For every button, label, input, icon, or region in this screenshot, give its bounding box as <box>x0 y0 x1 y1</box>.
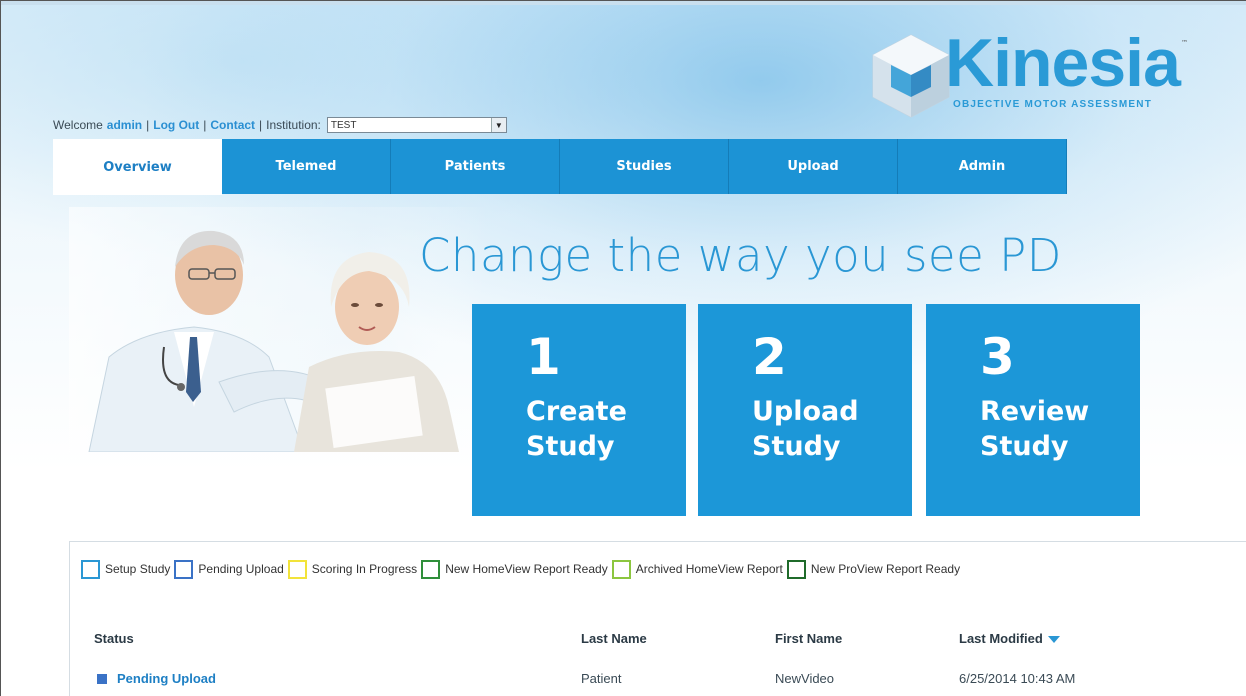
column-header-last-name[interactable]: Last Name <box>581 631 647 646</box>
legend-label: New ProView Report Ready <box>810 562 961 576</box>
step-upload-study[interactable]: 2 Upload Study <box>698 304 912 516</box>
first-name-cell: NewVideo <box>775 671 835 686</box>
column-header-first-name[interactable]: First Name <box>775 631 842 646</box>
column-header-label: Last Modified <box>959 631 1043 646</box>
legend-item: Setup Study <box>81 559 171 579</box>
legend-item: Archived HomeView Report <box>611 559 783 579</box>
user-bar: Welcome admin | Log Out | Contact | Inst… <box>53 116 507 134</box>
institution-value: TEST <box>330 119 357 131</box>
last-modified-cell: 6/25/2014 10:43 AM <box>959 671 1076 686</box>
step-label: Review Study <box>980 396 1090 462</box>
column-header-last-modified[interactable]: Last Modified <box>959 631 1060 646</box>
status-color-icon <box>97 673 107 684</box>
welcome-text: Welcome <box>53 118 103 132</box>
status-cell[interactable]: Pending Upload <box>97 671 216 686</box>
logo-wordmark: Kinesia <box>945 25 1181 101</box>
tab-patients[interactable]: Patients <box>391 139 560 194</box>
legend-label: Archived HomeView Report <box>635 562 783 576</box>
step-number: 3 <box>980 328 1015 386</box>
institution-select[interactable]: TEST ▼ <box>326 117 507 133</box>
status-legend: Setup Study Pending Upload Scoring In Prog… <box>81 558 964 580</box>
legend-label: Setup Study <box>105 562 171 576</box>
main-nav: Overview Telemed Patients Studies Upload… <box>53 139 1067 195</box>
step-number: 1 <box>526 328 561 386</box>
trademark-mark: ™ <box>1181 39 1188 47</box>
dropdown-arrow-icon[interactable]: ▼ <box>490 118 506 132</box>
tab-studies[interactable]: Studies <box>560 139 729 194</box>
cube-logo-icon <box>872 34 950 118</box>
legend-item: New HomeView Report Ready <box>421 559 608 579</box>
table-row[interactable]: Pending Upload <box>97 671 216 686</box>
legend-swatch-icon <box>174 559 194 579</box>
logo-tagline: OBJECTIVE MOTOR ASSESSMENT <box>953 99 1153 110</box>
kinesia-overview-page: Kinesia ™ OBJECTIVE MOTOR ASSESSMENT Wel… <box>0 0 1246 696</box>
contact-link[interactable]: Contact <box>210 118 255 132</box>
legend-item: New ProView Report Ready <box>786 559 961 579</box>
legend-swatch-icon <box>287 559 307 579</box>
hero-title: Change the way you see PD <box>419 229 1062 282</box>
tab-telemed[interactable]: Telemed <box>222 139 391 194</box>
top-stripe <box>1 1 1246 5</box>
tab-overview[interactable]: Overview <box>53 139 222 195</box>
legend-label: Pending Upload <box>198 562 284 576</box>
kinesia-logo: Kinesia ™ OBJECTIVE MOTOR ASSESSMENT <box>869 23 1209 131</box>
institution-label: Institution: <box>266 118 321 132</box>
legend-label: New HomeView Report Ready <box>445 562 608 576</box>
status-link[interactable]: Pending Upload <box>117 671 216 686</box>
step-number: 2 <box>752 328 787 386</box>
username-link[interactable]: admin <box>107 118 142 132</box>
legend-swatch-icon <box>421 559 441 579</box>
separator: | <box>146 118 150 132</box>
legend-item: Scoring In Progress <box>287 559 418 579</box>
separator: | <box>203 118 207 132</box>
content-divider <box>69 541 70 696</box>
content-divider <box>69 541 1246 542</box>
last-name-cell: Patient <box>581 671 622 686</box>
step-create-study[interactable]: 1 Create Study <box>472 304 686 516</box>
legend-swatch-icon <box>81 559 100 579</box>
sort-descending-icon[interactable] <box>1047 636 1060 644</box>
legend-item: Pending Upload <box>174 559 284 579</box>
logout-link[interactable]: Log Out <box>153 118 199 132</box>
step-review-study[interactable]: 3 Review Study <box>926 304 1140 516</box>
step-label: Upload Study <box>752 396 859 462</box>
separator: | <box>259 118 263 132</box>
legend-swatch-icon <box>786 559 806 579</box>
legend-label: Scoring In Progress <box>311 562 418 576</box>
step-label: Create Study <box>526 396 627 462</box>
tab-admin[interactable]: Admin <box>898 139 1067 194</box>
tab-upload[interactable]: Upload <box>729 139 898 194</box>
legend-swatch-icon <box>611 559 631 579</box>
column-header-status[interactable]: Status <box>94 631 134 646</box>
